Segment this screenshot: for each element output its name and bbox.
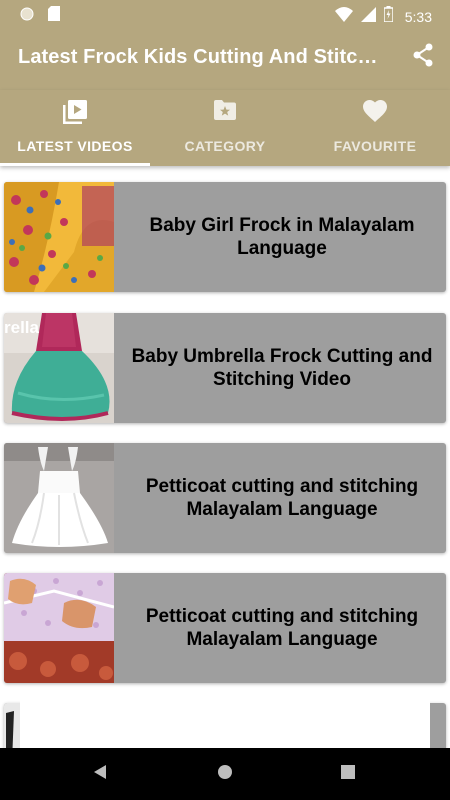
tab-label: CATEGORY — [184, 138, 266, 154]
home-icon — [217, 764, 233, 785]
back-icon — [92, 764, 108, 785]
video-card[interactable]: Petticoat cutting and stitching Malayala… — [4, 443, 446, 553]
back-button[interactable] — [88, 762, 112, 786]
circle-notification-icon — [20, 7, 34, 26]
tab-category[interactable]: CATEGORY — [150, 90, 300, 166]
sd-card-icon — [48, 6, 60, 26]
app-title: Latest Frock Kids Cutting And Stitching — [18, 46, 388, 68]
status-time: 5:33 — [404, 8, 432, 25]
tab-latest-videos[interactable]: LATEST VIDEOS — [0, 90, 150, 166]
heart-icon — [363, 100, 387, 124]
signal-icon — [360, 6, 376, 27]
video-list[interactable]: Baby Girl Frock in Malayalam Language re… — [0, 166, 450, 748]
share-button[interactable] — [410, 42, 436, 72]
video-card[interactable]: Baby Girl Frock in Malayalam Language — [4, 182, 446, 292]
video-thumbnail — [4, 443, 114, 553]
navigation-bar — [0, 748, 450, 800]
tab-label: LATEST VIDEOS — [17, 138, 133, 154]
selected-tab-indicator — [0, 163, 150, 166]
video-library-icon — [63, 100, 87, 124]
share-icon — [412, 43, 434, 72]
folder-star-icon — [214, 100, 236, 124]
video-title: Petticoat cutting and stitching Malayala… — [145, 606, 419, 650]
battery-charging-icon — [383, 6, 394, 27]
tab-bar: LATEST VIDEOS CATEGORY FAVOURITE — [0, 90, 450, 166]
app-bar: Latest Frock Kids Cutting And Stitching — [0, 28, 450, 90]
wifi-icon — [334, 6, 353, 27]
status-bar: 5:33 — [0, 0, 450, 28]
tab-label: FAVOURITE — [333, 138, 417, 154]
recents-icon — [341, 764, 355, 784]
ad-banner[interactable] — [20, 693, 430, 748]
video-thumbnail — [4, 573, 114, 683]
video-card[interactable]: rella Baby Umbrella Frock Cutting and St… — [4, 313, 446, 423]
video-thumbnail — [4, 182, 114, 292]
video-title: Baby Girl Frock in Malayalam Language — [149, 215, 415, 259]
recents-button[interactable] — [336, 762, 360, 786]
home-button[interactable] — [213, 762, 237, 786]
video-title: Petticoat cutting and stitching Malayala… — [145, 476, 419, 520]
video-card[interactable]: Petticoat cutting and stitching Malayala… — [4, 573, 446, 683]
tab-favourite[interactable]: FAVOURITE — [300, 90, 450, 166]
video-thumbnail: rella — [4, 313, 114, 423]
video-title: Baby Umbrella Frock Cutting and Stitchin… — [131, 346, 433, 390]
thumbnail-text: rella — [4, 318, 40, 337]
